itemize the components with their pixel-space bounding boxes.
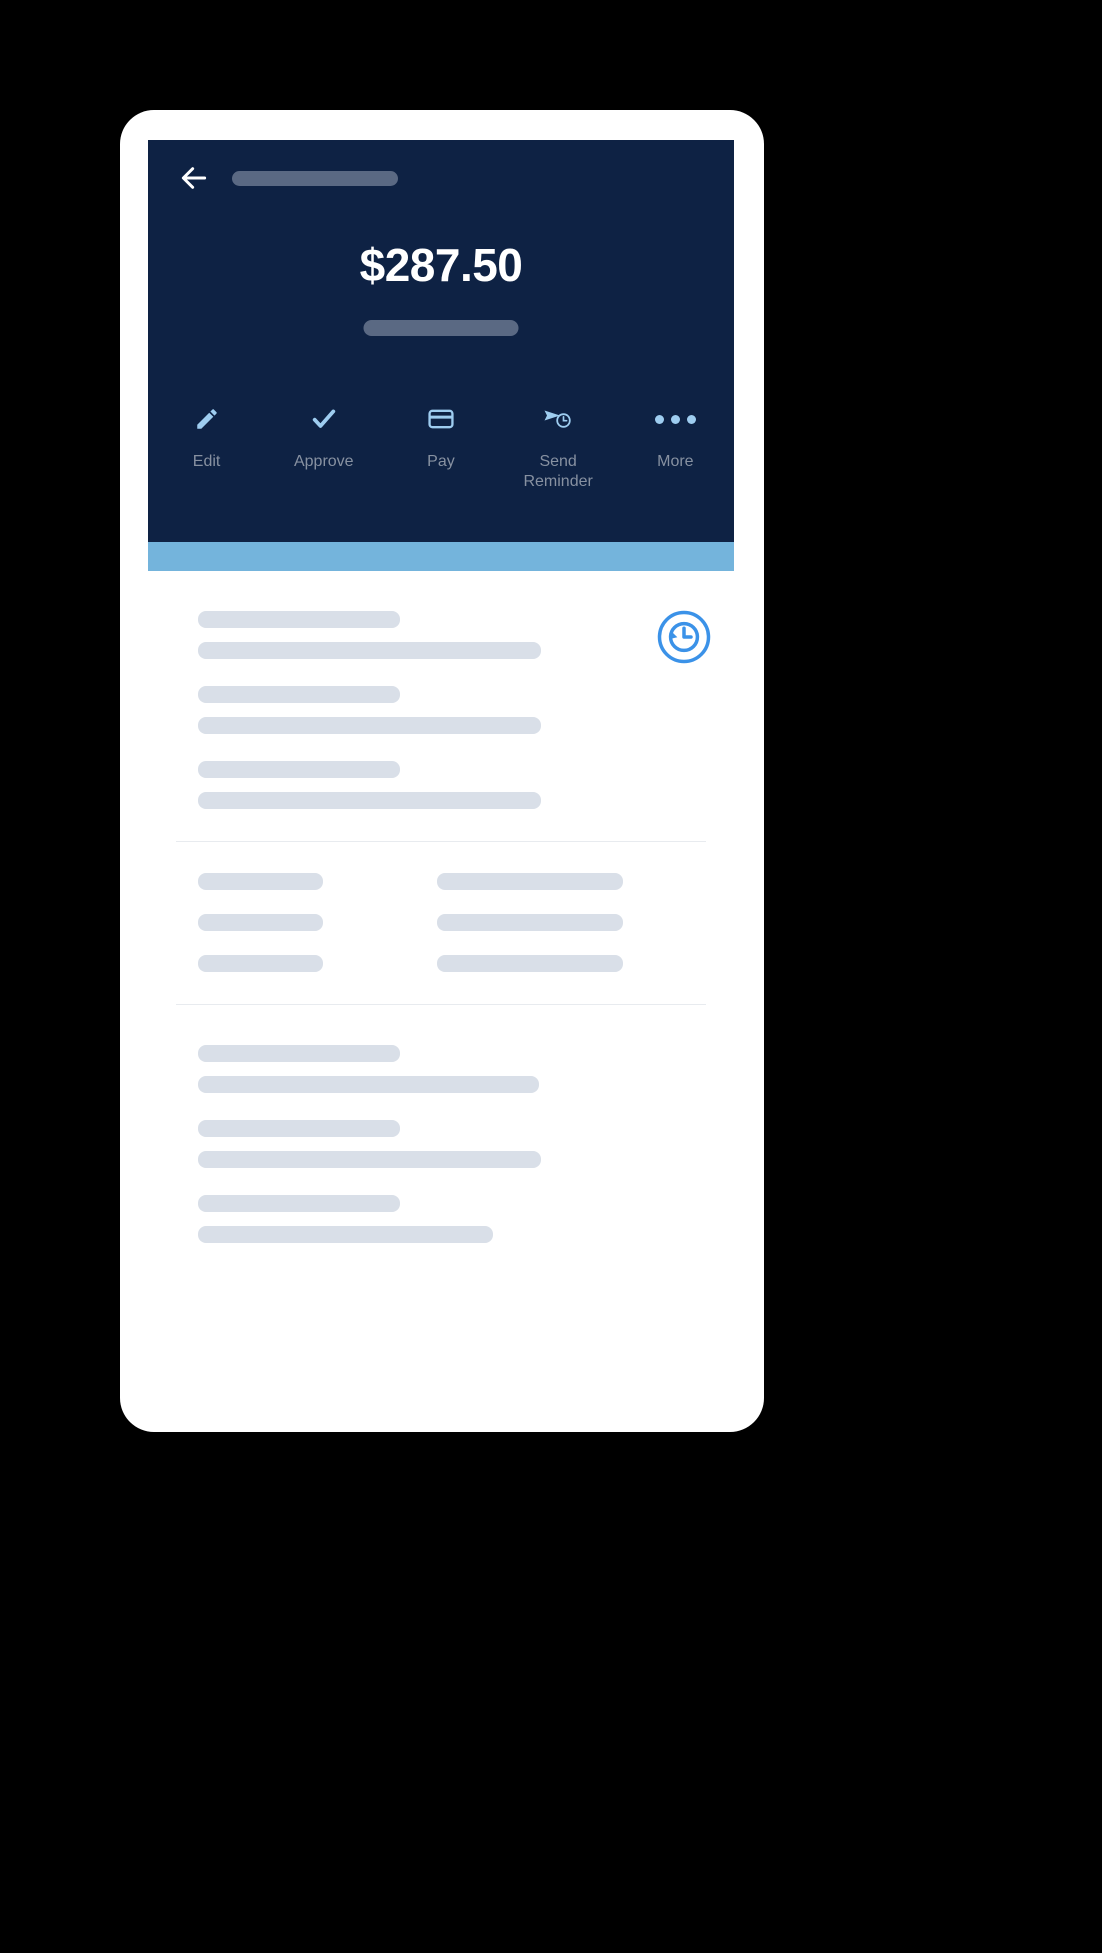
- skeleton-section-two: [148, 842, 734, 1004]
- skeleton-bar: [198, 873, 323, 890]
- phone-frame: $287.50 Edit Approve Pay Send Reminder M…: [120, 110, 764, 1432]
- skeleton-bar: [198, 686, 400, 703]
- action-label-more: More: [657, 453, 694, 470]
- skeleton-bar: [198, 955, 323, 972]
- skeleton-bar: [198, 1120, 400, 1137]
- more-dots-icon: [654, 402, 696, 436]
- skeleton-bar: [198, 717, 541, 734]
- skeleton-bar: [198, 1226, 493, 1243]
- skeleton-section-one: [148, 571, 734, 841]
- skeleton-bar: [198, 1045, 400, 1062]
- header-top-bar: [178, 162, 398, 194]
- skeleton-row: [198, 1120, 684, 1168]
- invoice-header: $287.50 Edit Approve Pay Send Reminder M…: [148, 140, 734, 542]
- header-title-placeholder: [232, 170, 398, 186]
- skeleton-bar: [198, 611, 400, 628]
- check-icon: [310, 402, 338, 436]
- action-send-reminder[interactable]: Send Reminder: [508, 402, 608, 492]
- action-label-pay: Pay: [427, 453, 455, 470]
- invoice-content: [148, 571, 734, 1243]
- history-button[interactable]: [656, 609, 712, 665]
- back-arrow-icon: [181, 167, 207, 189]
- action-label-send-reminder: Send Reminder: [523, 453, 593, 490]
- skeleton-bar: [198, 761, 400, 778]
- pencil-icon: [194, 402, 220, 436]
- skeleton-bar: [437, 873, 623, 890]
- skeleton-bar: [198, 914, 323, 931]
- header-subtitle-placeholder: [363, 320, 519, 336]
- action-approve[interactable]: Approve: [274, 402, 374, 472]
- skeleton-bar: [198, 792, 541, 809]
- skeleton-bar: [198, 1076, 539, 1093]
- status-divider-band: [148, 542, 734, 571]
- history-icon: [657, 610, 711, 664]
- credit-card-icon: [427, 402, 455, 436]
- phone-screen: $287.50 Edit Approve Pay Send Reminder M…: [148, 140, 734, 1402]
- action-bar: Edit Approve Pay Send Reminder More: [148, 402, 734, 492]
- action-label-edit: Edit: [192, 453, 221, 470]
- skeleton-section-three: [148, 1005, 734, 1243]
- action-more[interactable]: More: [625, 402, 725, 472]
- skeleton-row: [198, 686, 684, 734]
- skeleton-bar: [198, 1195, 400, 1212]
- skeleton-row: [198, 611, 684, 659]
- skeleton-row: [198, 1195, 684, 1243]
- skeleton-bar: [437, 955, 623, 972]
- action-pay[interactable]: Pay: [391, 402, 491, 472]
- action-label-approve: Approve: [293, 453, 354, 470]
- back-button[interactable]: [178, 162, 210, 194]
- skeleton-bar: [437, 914, 623, 931]
- skeleton-bar: [198, 1151, 541, 1168]
- skeleton-bar: [198, 642, 541, 659]
- send-clock-icon: [543, 402, 573, 436]
- action-edit[interactable]: Edit: [157, 402, 257, 472]
- skeleton-row: [198, 1045, 684, 1093]
- invoice-amount: $287.50: [359, 239, 523, 291]
- skeleton-row: [198, 761, 684, 809]
